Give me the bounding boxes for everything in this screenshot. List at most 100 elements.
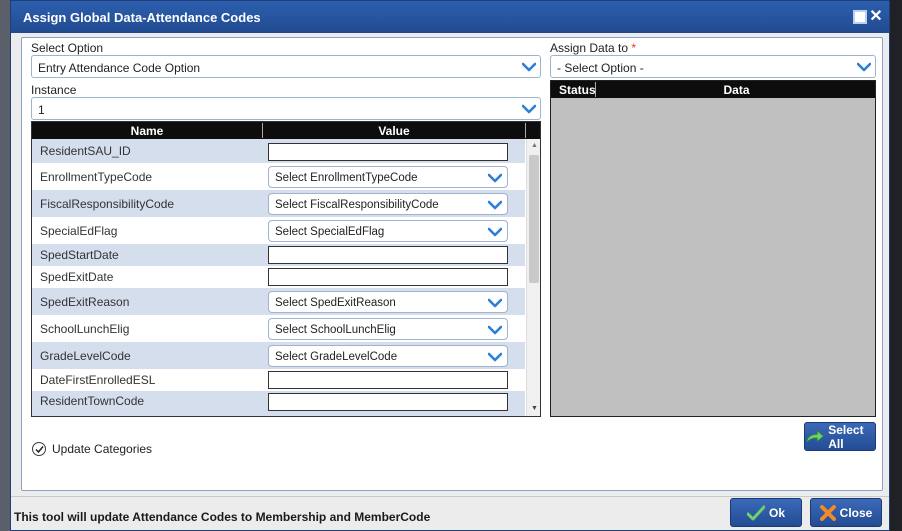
field-value-cell (263, 139, 525, 163)
chevron-down-icon (488, 173, 502, 183)
select-value: Select SchoolLunchElig (275, 324, 396, 336)
assign-data-dropdown[interactable]: - Select Option - (550, 55, 876, 78)
chevron-down-icon (488, 325, 502, 335)
ok-button[interactable]: Ok (730, 498, 802, 527)
select-value: Select EnrollmentTypeCode (275, 172, 418, 184)
window-controls: ✕ (853, 9, 883, 25)
chevron-down-icon (488, 352, 502, 362)
field-value-cell (263, 391, 525, 416)
scrollbar-thumb[interactable] (529, 155, 539, 283)
field-value-cell: Select EnrollmentTypeCode (263, 163, 525, 190)
background-strip-right (890, 0, 902, 531)
grid-header: Name Value (32, 122, 540, 139)
table-row: SpecialEdFlag Select SpecialEdFlag (32, 217, 525, 244)
update-categories-row[interactable]: Update Categories (32, 442, 152, 456)
resident-sau-id-input[interactable] (268, 143, 508, 161)
grid-scrollbar[interactable]: ▲ ▼ (526, 139, 540, 416)
grade-level-code-select[interactable]: Select GradeLevelCode (268, 345, 508, 367)
select-value: Select GradeLevelCode (275, 351, 398, 363)
panel-header: Status Data (551, 81, 875, 98)
close-button[interactable]: Close (810, 498, 882, 527)
background-strip-left (0, 0, 10, 531)
table-row: SchoolLunchElig Select SchoolLunchElig (32, 315, 525, 342)
field-name: SpecialEdFlag (40, 223, 118, 238)
fiscal-responsibility-code-select[interactable]: Select FiscalResponsibilityCode (268, 193, 508, 215)
chevron-down-icon (488, 200, 502, 210)
select-option-label: Select Option (31, 41, 104, 55)
table-row: FiscalResponsibilityCode Select FiscalRe… (32, 190, 525, 217)
table-row: ResidentSAU_ID (32, 139, 525, 163)
field-name: FiscalResponsibilityCode (32, 190, 263, 217)
status-data-panel: Status Data (550, 80, 876, 417)
column-divider (525, 123, 526, 138)
close-label: Close (839, 505, 873, 520)
assign-data-label-text: Assign Data to (550, 41, 629, 55)
field-value-cell: Select SchoolLunchElig (263, 315, 525, 342)
scroll-down-arrow-icon[interactable]: ▼ (527, 402, 540, 416)
column-header-name: Name (130, 124, 164, 138)
maximize-icon[interactable] (853, 10, 867, 24)
column-header-value: Value (378, 124, 410, 138)
field-name: EnrollmentTypeCode (40, 169, 153, 184)
resident-town-code-input[interactable] (268, 393, 508, 411)
field-name: ResidentTownCode (32, 391, 263, 416)
footer-message: This tool will update Attendance Codes t… (14, 510, 431, 524)
field-name: SpedExitReason (32, 288, 263, 315)
special-ed-flag-select[interactable]: Select SpecialEdFlag (268, 220, 508, 242)
column-header-data: Data (723, 83, 750, 97)
school-lunch-elig-select[interactable]: Select SchoolLunchElig (268, 318, 508, 340)
field-name: GradeLevelCode (32, 342, 263, 369)
table-row: ResidentTownCode (32, 391, 525, 416)
column-header-status: Status (559, 83, 596, 97)
table-row: SpedExitDate (32, 266, 525, 288)
select-all-button[interactable]: Select All (804, 422, 876, 451)
name-value-grid: Name Value ResidentSAU_ID EnrollmentType… (31, 121, 541, 417)
chevron-down-icon (857, 62, 871, 72)
select-all-label: Select All (828, 422, 864, 451)
assign-data-value: - Select Option - (557, 61, 644, 75)
field-value-cell: Select SpecialEdFlag (263, 217, 525, 244)
sped-exit-reason-select[interactable]: Select SpedExitReason (268, 291, 508, 313)
sped-exit-date-input[interactable] (268, 268, 508, 286)
update-categories-checkbox[interactable] (32, 442, 46, 456)
field-value-cell: Select FiscalResponsibilityCode (263, 190, 525, 217)
checkmark-icon (746, 505, 765, 520)
chevron-down-icon (522, 104, 536, 114)
dialog-titlebar[interactable]: Assign Global Data-Attendance Codes ✕ (11, 1, 889, 33)
close-window-icon[interactable]: ✕ (869, 9, 883, 25)
close-x-icon (819, 504, 836, 521)
field-name: SchoolLunchElig (40, 321, 130, 336)
field-value-cell (263, 369, 525, 391)
select-value: Select SpecialEdFlag (275, 226, 385, 238)
select-option-dropdown[interactable]: Entry Attendance Code Option (31, 55, 541, 78)
required-marker: * (631, 41, 637, 55)
chevron-down-icon (522, 62, 536, 72)
field-name: SpedStartDate (32, 244, 263, 266)
instance-value: 1 (38, 103, 45, 117)
field-name: ResidentSAU_ID (32, 139, 263, 163)
ok-label: Ok (768, 505, 785, 520)
assign-data-label: Assign Data to * (550, 41, 636, 55)
field-name: DateFirstEnrolledESL (40, 373, 156, 387)
field-value-cell (263, 244, 525, 266)
date-first-enrolled-esl-input[interactable] (268, 371, 508, 389)
instance-dropdown[interactable]: 1 (31, 97, 541, 120)
chevron-down-icon (488, 298, 502, 308)
field-value-cell (263, 266, 525, 288)
sped-start-date-input[interactable] (268, 246, 508, 264)
field-value-cell: Select SpedExitReason (263, 288, 525, 315)
dialog-content: Select Option Entry Attendance Code Opti… (21, 37, 883, 491)
footer-divider (11, 496, 889, 497)
dialog-title: Assign Global Data-Attendance Codes (23, 10, 261, 25)
enrollment-type-code-select[interactable]: Select EnrollmentTypeCode (268, 166, 508, 188)
chevron-down-icon (488, 227, 502, 237)
scroll-up-arrow-icon[interactable]: ▲ (527, 139, 540, 153)
assign-codes-dialog: Assign Global Data-Attendance Codes ✕ Se… (10, 0, 890, 531)
table-row: EnrollmentTypeCode Select EnrollmentType… (32, 163, 525, 190)
table-row: SpedExitReason Select SpedExitReason (32, 288, 525, 315)
select-value: Select SpedExitReason (275, 297, 396, 309)
field-name: SpedExitDate (40, 270, 114, 284)
update-categories-label: Update Categories (52, 442, 153, 456)
redo-arrow-icon (806, 429, 824, 442)
field-value-cell: Select GradeLevelCode (263, 342, 525, 369)
